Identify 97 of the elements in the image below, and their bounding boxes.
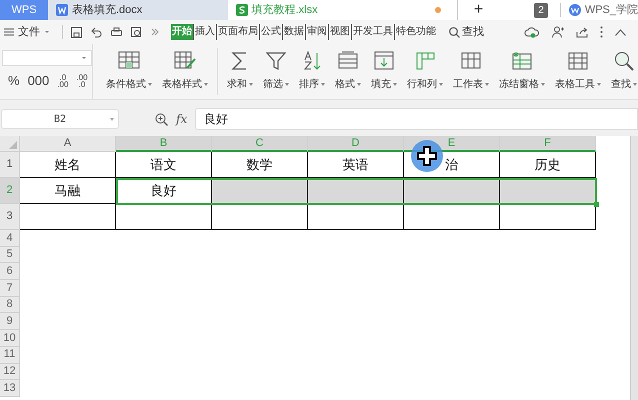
- row-header[interactable]: 12: [0, 364, 20, 380]
- grid-icon: [118, 51, 140, 71]
- add-user-icon[interactable]: [552, 26, 564, 38]
- search-button[interactable]: 查找: [449, 24, 484, 40]
- caret-icon: [357, 83, 361, 86]
- row-header[interactable]: 8: [0, 296, 20, 314]
- ribbon-tool-button[interactable]: 格式: [330, 44, 366, 99]
- ribbon-tool-button[interactable]: 求和: [222, 44, 258, 99]
- fill-down-icon: [373, 51, 395, 71]
- menu-tab[interactable]: 页面布局: [217, 24, 260, 40]
- table-cell: 语文: [116, 152, 212, 178]
- row-header[interactable]: 7: [0, 280, 20, 297]
- rows-columns-icon: [414, 51, 436, 71]
- ribbon-tool-button[interactable]: 冻结窗格: [494, 44, 550, 99]
- number-format-button[interactable]: .00 .0: [76, 74, 88, 88]
- caret-icon: [249, 83, 253, 86]
- zoom-icon[interactable]: [155, 112, 168, 126]
- number-format-button[interactable]: %: [8, 75, 20, 87]
- row-header[interactable]: 4: [0, 230, 20, 247]
- menu-tab[interactable]: 开发工具: [352, 24, 395, 40]
- ribbon-tool-button[interactable]: 查找: [606, 44, 638, 99]
- ribbon-tool-button[interactable]: 表格工具: [550, 44, 606, 99]
- ribbon-tool-button[interactable]: 表格样式: [157, 44, 213, 99]
- caret-icon: [485, 83, 489, 86]
- row-header[interactable]: 6: [0, 263, 20, 280]
- table-cell: 姓名: [20, 152, 116, 178]
- spreadsheet-icon: [236, 4, 248, 16]
- cloud-sync-icon[interactable]: [524, 26, 540, 38]
- caret-icon: [541, 83, 545, 86]
- search-icon: [613, 51, 635, 71]
- new-tab-button[interactable]: +: [474, 2, 484, 18]
- search-icon: [449, 26, 460, 38]
- row-header[interactable]: 1: [0, 152, 20, 178]
- caret-icon: [597, 83, 601, 86]
- column-header[interactable]: A: [20, 136, 116, 152]
- menu-icon: [4, 28, 14, 36]
- collapse-icon[interactable]: [615, 28, 626, 36]
- ribbon-tool-button[interactable]: 工作表: [448, 44, 494, 99]
- sort-icon: [301, 51, 323, 71]
- row-header[interactable]: 9: [0, 313, 20, 330]
- ribbon-tool-button[interactable]: 筛选: [258, 44, 294, 99]
- crosshair-cursor-icon: [416, 145, 438, 167]
- caret-icon: [81, 56, 87, 60]
- menu-tab[interactable]: 视图: [329, 24, 352, 40]
- table-cell: 数学: [212, 152, 308, 178]
- printer-icon[interactable]: [111, 26, 122, 38]
- formula-input[interactable]: 良好: [195, 108, 638, 130]
- share-icon[interactable]: [576, 26, 588, 38]
- ribbon-tool-button[interactable]: 填充: [366, 44, 402, 99]
- menu-tab[interactable]: 插入: [194, 24, 217, 40]
- caret-icon: [110, 118, 114, 121]
- freeze-panes-icon: [511, 51, 533, 71]
- row-header[interactable]: 11: [0, 346, 20, 364]
- worksheet-icon: [460, 51, 482, 71]
- caret-icon: [439, 83, 443, 86]
- caret-icon: [393, 83, 397, 86]
- number-format-button[interactable]: .0 .00: [57, 74, 68, 88]
- filter-icon: [265, 51, 287, 71]
- format-icon: [337, 51, 359, 71]
- caret-icon: [204, 83, 208, 86]
- number-format-button[interactable]: 000: [28, 75, 50, 87]
- table-tools-icon: [567, 51, 589, 71]
- menu-tab[interactable]: 特色功能: [395, 24, 437, 40]
- file-menu[interactable]: 文件: [0, 24, 58, 40]
- row-header[interactable]: 5: [0, 246, 20, 264]
- more-icon[interactable]: [151, 28, 159, 36]
- ribbon-tool-button[interactable]: 行和列: [402, 44, 448, 99]
- table-cell: 历史: [500, 152, 596, 178]
- name-box[interactable]: B2: [1, 109, 119, 129]
- more-options-icon[interactable]: [600, 26, 603, 38]
- avatar-icon[interactable]: [568, 4, 581, 16]
- window-count-badge[interactable]: 2: [534, 2, 548, 18]
- table-brush-icon: [174, 51, 196, 71]
- undo-icon[interactable]: [91, 26, 102, 38]
- table-cell: 马融: [20, 178, 116, 204]
- document-icon: [56, 4, 68, 16]
- ribbon-tool-button[interactable]: 排序: [294, 44, 330, 99]
- row-header[interactable]: 3: [0, 204, 20, 230]
- function-label[interactable]: fx: [176, 110, 188, 128]
- menu-tab[interactable]: 审阅: [306, 24, 329, 40]
- caret-icon: [285, 83, 289, 86]
- print-preview-icon[interactable]: [131, 26, 142, 38]
- save-icon[interactable]: [71, 26, 82, 38]
- menu-tab[interactable]: 公式: [260, 24, 283, 40]
- row-header[interactable]: 10: [0, 330, 20, 347]
- triangle-icon: [9, 141, 17, 149]
- caret-icon: [633, 83, 637, 86]
- caret-icon: [321, 83, 325, 86]
- menu-tab[interactable]: 数据: [283, 24, 306, 40]
- caret-icon: [148, 83, 152, 86]
- ribbon-tool-button[interactable]: 条件格式: [101, 44, 157, 99]
- title-tab[interactable]: 表格填充.docx: [48, 0, 228, 20]
- scrollbar[interactable]: [630, 136, 638, 400]
- caret-icon: [44, 30, 50, 34]
- row-header[interactable]: 13: [0, 380, 20, 397]
- table-cell: 英语: [308, 152, 404, 178]
- account-name[interactable]: WPS_学院: [584, 2, 638, 18]
